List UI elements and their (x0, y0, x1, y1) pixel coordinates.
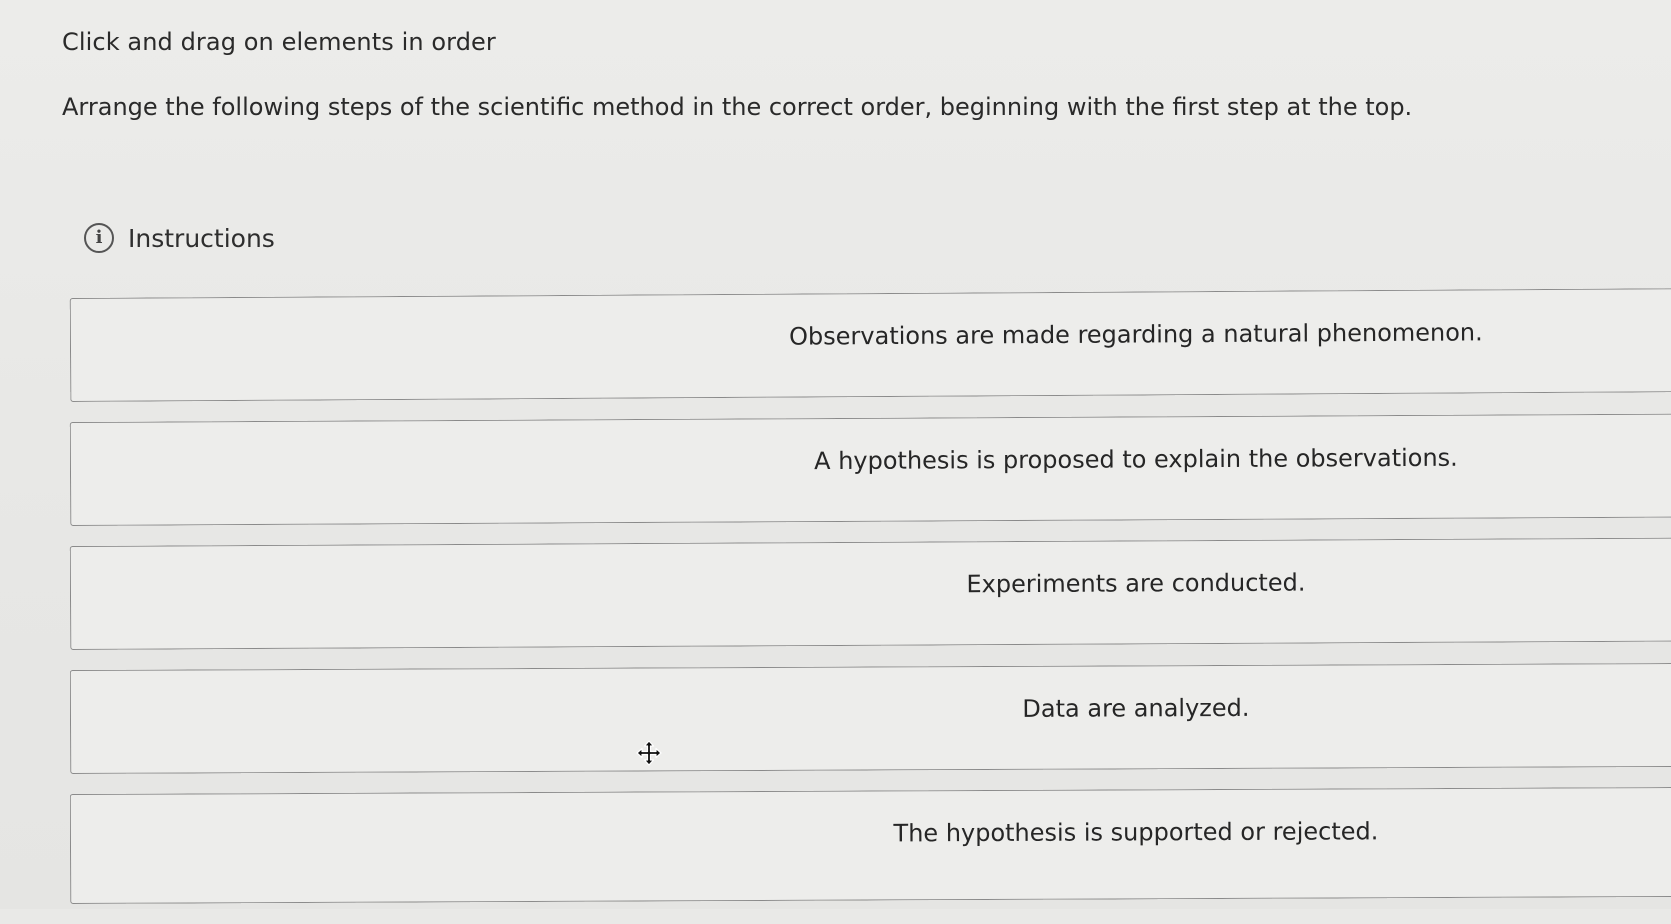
instructions-toggle[interactable]: i Instructions (84, 223, 275, 253)
sortable-list: Observations are made regarding a natura… (69, 288, 1671, 924)
step-text: Data are analyzed. (1022, 693, 1250, 723)
instructions-label: Instructions (128, 223, 275, 253)
step-text: Observations are made regarding a natura… (789, 318, 1483, 351)
step-text: Experiments are conducted. (966, 568, 1306, 599)
draggable-step-2[interactable]: A hypothesis is proposed to explain the … (69, 413, 1671, 526)
question-prompt: Arrange the following steps of the scien… (62, 93, 1413, 121)
draggable-step-4[interactable]: Data are analyzed. (69, 662, 1671, 774)
draggable-step-3[interactable]: Experiments are conducted. (69, 537, 1671, 650)
draggable-step-5[interactable]: The hypothesis is supported or rejected. (69, 786, 1671, 904)
move-cursor-icon (636, 740, 662, 766)
info-icon: i (84, 223, 114, 253)
question-page: Click and drag on elements in order Arra… (0, 0, 1671, 909)
question-heading: Click and drag on elements in order (62, 28, 496, 56)
step-text: The hypothesis is supported or rejected. (893, 817, 1379, 848)
draggable-step-1[interactable]: Observations are made regarding a natura… (69, 288, 1671, 402)
step-text: A hypothesis is proposed to explain the … (814, 443, 1458, 476)
